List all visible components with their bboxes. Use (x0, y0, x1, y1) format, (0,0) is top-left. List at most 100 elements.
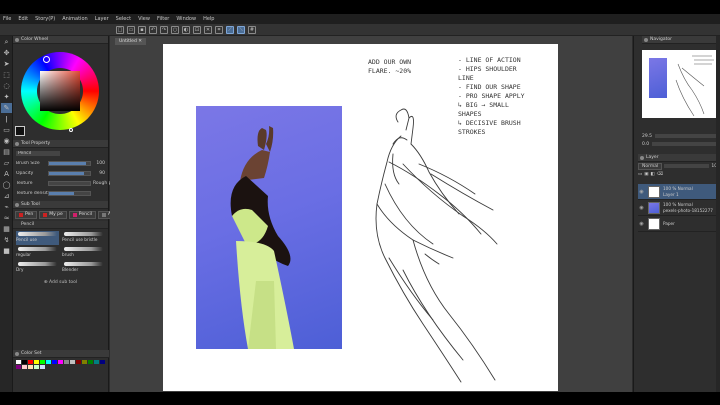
palette-swatch[interactable] (28, 365, 33, 369)
palette-swatch[interactable] (76, 360, 81, 364)
subtool-group-pencil[interactable]: Pencil (68, 211, 96, 219)
property-row[interactable]: Texture density (13, 188, 108, 198)
gradient-tool-icon[interactable]: ▤ (1, 147, 12, 157)
menu-animation[interactable]: Animation (62, 14, 88, 24)
pencil-tool-icon[interactable]: ✎ (1, 103, 12, 113)
property-slider[interactable] (48, 160, 91, 166)
brush-item[interactable]: Dry (16, 261, 59, 275)
zoom-tool-icon[interactable]: ⌕ (1, 37, 12, 47)
palette-swatch[interactable] (22, 360, 27, 364)
trash-icon[interactable]: ⌫ (657, 172, 663, 177)
new-icon[interactable]: □ (116, 25, 124, 34)
palette-swatch[interactable] (40, 365, 45, 369)
eye-icon[interactable]: ◉ (638, 205, 645, 211)
menu-edit[interactable]: Edit (18, 14, 28, 24)
mask-icon[interactable]: ◧ (651, 172, 655, 177)
layer-row[interactable]: ◉ 100 % Normal Layer 1 (638, 184, 720, 200)
menu-file[interactable]: File (3, 14, 11, 24)
menu-window[interactable]: Window (176, 14, 196, 24)
ruler-tool-icon[interactable]: ⊿ (1, 191, 12, 201)
figure-tool-icon[interactable]: ▱ (1, 158, 12, 168)
navigator-preview[interactable] (642, 50, 720, 118)
layer-row[interactable]: ◉ Paper (638, 216, 720, 232)
palette-swatch[interactable] (28, 360, 33, 364)
palette-swatch[interactable] (16, 360, 21, 364)
brush-item[interactable]: Pencil use (16, 231, 59, 245)
brush-item[interactable]: regular (16, 246, 59, 260)
fill-icon[interactable]: ◐ (182, 25, 190, 34)
palette-swatch[interactable] (34, 365, 39, 369)
brush-item[interactable]: brush (62, 246, 105, 260)
correct-line-tool-icon[interactable]: ↯ (1, 235, 12, 245)
rotate-row[interactable]: 0.0 (642, 140, 720, 148)
color-marker[interactable] (69, 128, 73, 132)
document-tab[interactable]: Untitled ✕ (115, 38, 147, 45)
lasso-tool-icon[interactable]: ◌ (1, 81, 12, 91)
menu-view[interactable]: View (138, 14, 150, 24)
palette-swatch[interactable] (82, 360, 87, 364)
subtool-group-pen[interactable]: Pen (15, 211, 38, 219)
grid-icon[interactable]: # (248, 25, 256, 34)
saturation-value-square[interactable] (40, 71, 80, 111)
dock-scrollbar[interactable] (716, 36, 720, 392)
color-wheel[interactable] (13, 44, 108, 140)
save-icon[interactable]: ▪ (138, 25, 146, 34)
brush-item[interactable]: Blender (62, 261, 105, 275)
brush-tool-icon[interactable]: ǀ (1, 114, 12, 124)
palette-swatch[interactable] (100, 360, 105, 364)
snap-icon[interactable]: ⟋ (226, 25, 234, 34)
new-layer-icon[interactable]: ▭ (638, 172, 642, 177)
add-subtool-button[interactable]: ⊕ Add sub tool (13, 277, 108, 289)
palette-swatch[interactable] (88, 360, 93, 364)
brush-item[interactable]: Pencil use bristle (62, 231, 105, 245)
property-row[interactable]: Opacity 90 (13, 168, 108, 178)
eyedropper-tool-icon[interactable]: ⌁ (1, 202, 12, 212)
palette-swatch[interactable] (58, 360, 63, 364)
opacity-slider[interactable] (664, 164, 710, 168)
deselect-icon[interactable]: ✕ (204, 25, 212, 34)
property-slider[interactable] (48, 180, 91, 186)
operation-tool-icon[interactable]: ➤ (1, 59, 12, 69)
wand-tool-icon[interactable]: ✦ (1, 92, 12, 102)
hue-marker[interactable] (43, 56, 50, 63)
palette-swatch[interactable] (70, 360, 75, 364)
menu-filter[interactable]: Filter (157, 14, 169, 24)
eraser-tool-icon[interactable]: ▭ (1, 125, 12, 135)
layer-tab[interactable]: Layer (638, 154, 720, 162)
palette-swatch[interactable] (52, 360, 57, 364)
palette-swatch[interactable] (34, 360, 39, 364)
palette-swatch[interactable] (46, 360, 51, 364)
layer-row[interactable]: ◉ 100 % Normal pexels-photo-18152277 (638, 200, 720, 216)
current-color-swatch[interactable] (15, 126, 25, 136)
redo-icon[interactable]: ↷ (160, 25, 168, 34)
color-set-tab[interactable]: Color Set (13, 350, 109, 358)
color-wheel-tab[interactable]: Color Wheel (13, 36, 108, 44)
palette-swatch[interactable] (94, 360, 99, 364)
property-row[interactable]: Brush Size 100 (13, 158, 108, 168)
clear-icon[interactable]: ○ (171, 25, 179, 34)
menu-storyp[interactable]: Story(P) (35, 14, 55, 24)
folder-icon[interactable]: ▣ (644, 172, 648, 177)
main-color-icon[interactable]: ■ (1, 246, 12, 256)
fill-tool-icon[interactable]: ◉ (1, 136, 12, 146)
palette-swatch[interactable] (22, 365, 27, 369)
text-tool-icon[interactable]: A (1, 169, 12, 179)
frame-tool-icon[interactable]: ▦ (1, 224, 12, 234)
property-row[interactable]: Texture Rough paper (13, 178, 122, 188)
palette-swatch[interactable] (16, 365, 21, 369)
canvas-paper[interactable]: ADD OUR OWN FLARE. ~20% - LINE OF ACTION -… (163, 44, 558, 391)
balloon-tool-icon[interactable]: ◯ (1, 180, 12, 190)
property-slider[interactable] (48, 190, 91, 196)
property-slider[interactable] (48, 170, 91, 176)
subtool-group-mype[interactable]: My pe (39, 211, 67, 219)
open-icon[interactable]: ▭ (127, 25, 135, 34)
select-tool-icon[interactable]: ⬚ (1, 70, 12, 80)
palette-swatch[interactable] (40, 360, 45, 364)
eye-icon[interactable]: ◉ (638, 189, 645, 195)
transform-icon[interactable]: ⊡ (193, 25, 201, 34)
palette-swatch[interactable] (64, 360, 69, 364)
undo-icon[interactable]: ↶ (149, 25, 157, 34)
canvas-area[interactable]: Untitled ✕ ADD OUR OWN FLARE. ~20% - LIN… (110, 36, 632, 392)
menu-layer[interactable]: Layer (95, 14, 109, 24)
tool-property-tab[interactable]: Tool Property (13, 140, 108, 148)
